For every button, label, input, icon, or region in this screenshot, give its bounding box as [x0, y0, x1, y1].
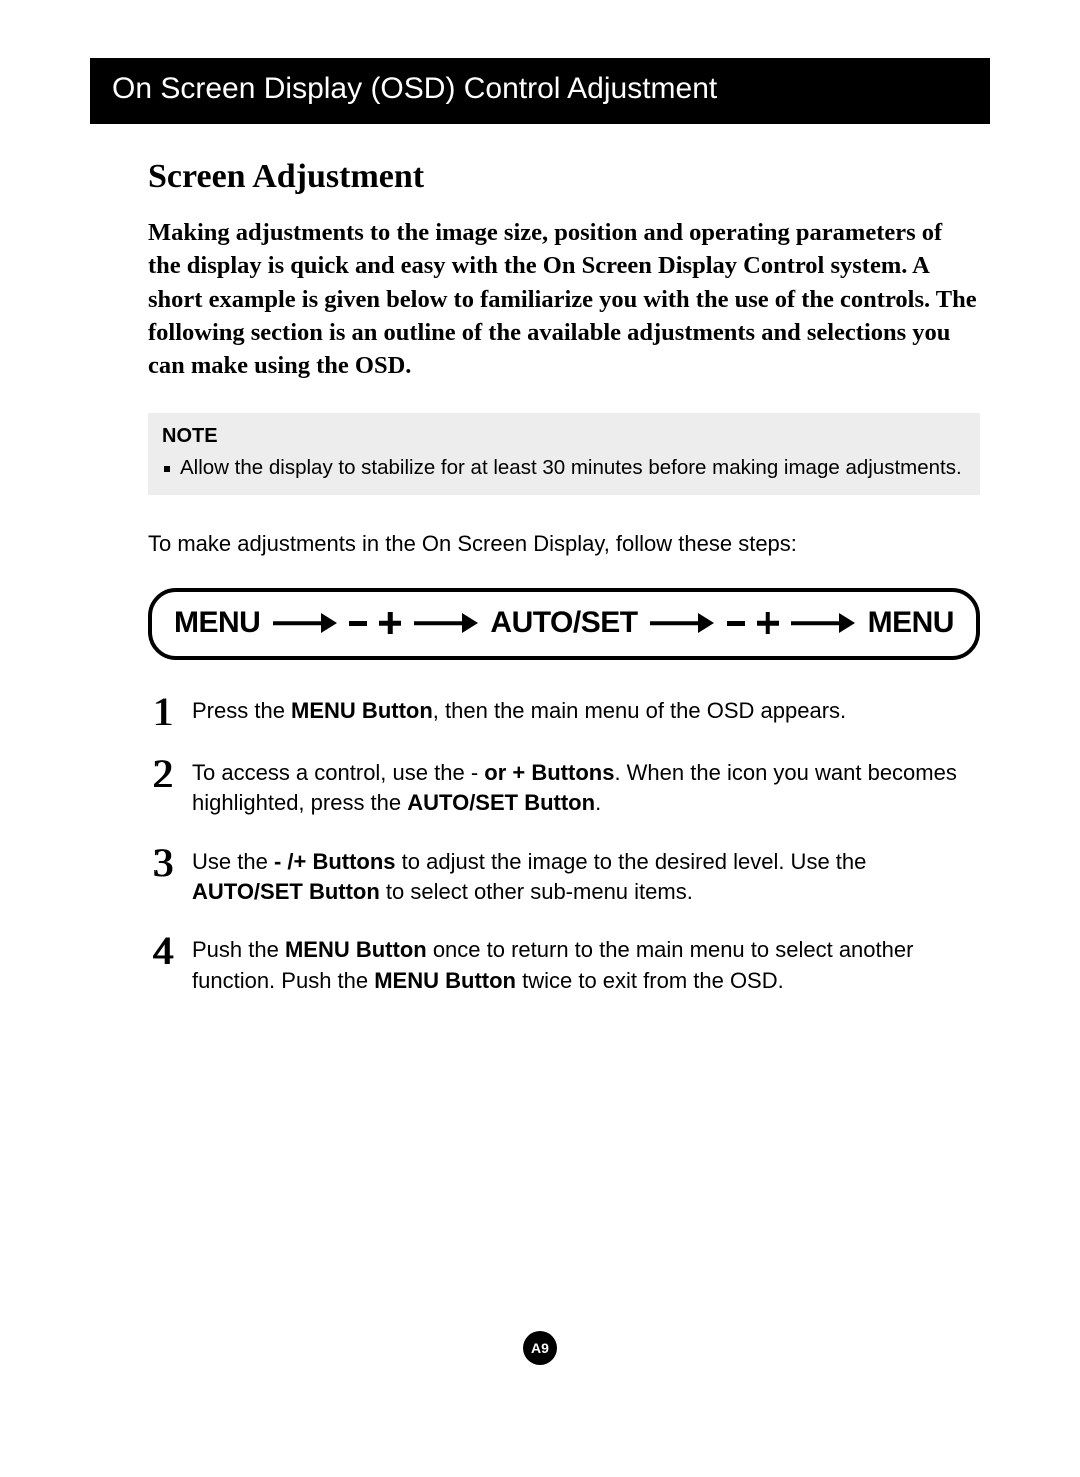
plus-icon	[757, 612, 779, 634]
arrow-icon	[273, 613, 337, 633]
flow-autoset-label: AUTO/SET	[490, 606, 637, 640]
minus-icon	[349, 621, 367, 626]
step-number: 1	[148, 694, 178, 730]
step-item: 3 Use the - /+ Buttons to adjust the ima…	[148, 845, 980, 908]
step-item: 4 Push the MENU Button once to return to…	[148, 933, 980, 996]
lead-text: To make adjustments in the On Screen Dis…	[148, 529, 980, 560]
flow-menu-label-2: MENU	[868, 606, 954, 640]
step-item: 1 Press the MENU Button, then the main m…	[148, 694, 980, 730]
steps-list: 1 Press the MENU Button, then the main m…	[148, 694, 980, 996]
note-item: Allow the display to stabilize for at le…	[162, 454, 966, 482]
step-body: To access a control, use the - or + Butt…	[192, 756, 980, 819]
minus-icon	[727, 621, 745, 626]
section-heading: Screen Adjustment	[148, 158, 990, 196]
intro-paragraph: Making adjustments to the image size, po…	[148, 216, 980, 383]
arrow-icon	[791, 613, 855, 633]
step-item: 2 To access a control, use the - or + Bu…	[148, 756, 980, 819]
page-number-badge: A9	[523, 1331, 557, 1365]
arrow-icon	[650, 613, 714, 633]
step-body: Press the MENU Button, then the main men…	[192, 694, 846, 726]
minus-plus-group	[727, 612, 779, 634]
page-number: A9	[531, 1340, 549, 1356]
step-body: Use the - /+ Buttons to adjust the image…	[192, 845, 980, 908]
minus-plus-group	[349, 612, 401, 634]
flow-menu-label-1: MENU	[174, 606, 260, 640]
note-title: NOTE	[162, 425, 966, 448]
arrow-icon	[414, 613, 478, 633]
step-number: 3	[148, 845, 178, 881]
note-box: NOTE Allow the display to stabilize for …	[148, 413, 980, 496]
flow-diagram: MENU AUTO/SET MENU	[148, 588, 980, 660]
plus-icon	[379, 612, 401, 634]
page-header-bar: On Screen Display (OSD) Control Adjustme…	[90, 58, 990, 124]
step-number: 2	[148, 756, 178, 792]
step-body: Push the MENU Button once to return to t…	[192, 933, 980, 996]
step-number: 4	[148, 933, 178, 969]
header-title: On Screen Display (OSD) Control Adjustme…	[112, 72, 717, 105]
